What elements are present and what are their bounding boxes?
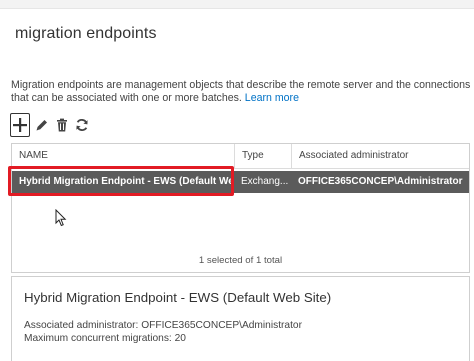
mouse-cursor-icon [55,209,67,227]
highlight-box [8,166,234,196]
edit-button[interactable] [34,117,50,133]
endpoints-table: NAME Type Associated administrator Hybri… [11,143,470,273]
details-max-migrations: Maximum concurrent migrations: 20 [24,333,186,344]
plus-icon [13,118,27,132]
row-type-cell: Exchang... [241,176,289,187]
migration-endpoints-page: migration endpoints Migration endpoints … [0,0,474,361]
top-strip [0,0,474,9]
details-pane: Hybrid Migration Endpoint - EWS (Default… [11,276,470,361]
refresh-icon [76,119,88,131]
selection-count: 1 selected of 1 total [198,255,283,266]
refresh-button[interactable] [74,117,90,133]
description-text: Migration endpoints are management objec… [11,79,471,104]
delete-button[interactable] [54,117,70,133]
trash-icon [57,118,67,132]
column-header-admin[interactable]: Associated administrator [291,144,469,168]
row-admin-cell: OFFICE365CONCEP\Administrator [298,176,463,187]
details-admin: Associated administrator: OFFICE365CONCE… [24,320,302,331]
pencil-icon [36,120,47,131]
learn-more-link[interactable]: Learn more [245,92,299,104]
details-title: Hybrid Migration Endpoint - EWS (Default… [24,290,332,305]
column-header-type[interactable]: Type [234,144,291,168]
add-button[interactable] [10,113,30,137]
page-title: migration endpoints [15,25,157,42]
page-description: Migration endpoints are management objec… [11,79,471,105]
column-header-name[interactable]: NAME [12,144,234,168]
